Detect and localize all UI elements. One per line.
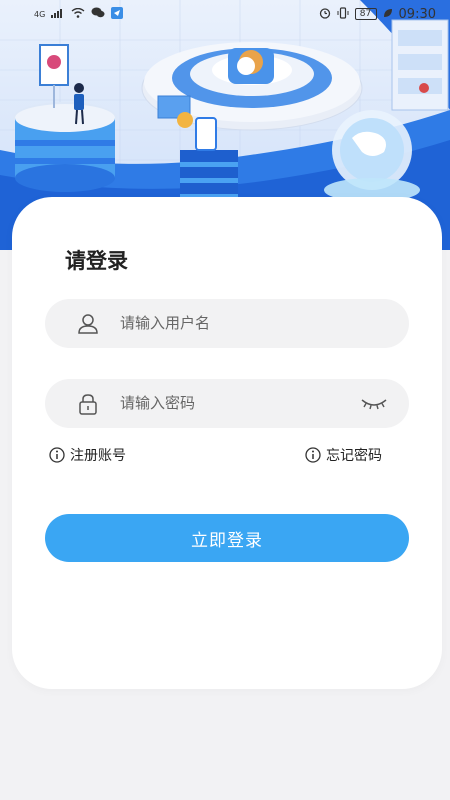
clock: 09:30 [398, 6, 436, 22]
status-right: 87 09:30 [319, 7, 436, 22]
lock-icon [77, 393, 99, 415]
status-bar: 4G 87 09:30 [0, 0, 450, 28]
register-link[interactable]: 注册账号 [49, 445, 126, 465]
forgot-label: 忘记密码 [326, 448, 382, 464]
app-notification-icon [111, 6, 124, 22]
username-placeholder: 请输入用户名 [120, 314, 211, 332]
password-field[interactable]: 请输入密码 [45, 379, 409, 428]
page-title: 请登录 [65, 249, 128, 273]
username-field[interactable]: 请输入用户名 [45, 299, 409, 348]
signal-icon [51, 7, 65, 21]
wechat-icon [91, 7, 105, 21]
info-icon [305, 447, 321, 463]
login-screen: 4G 87 09:30 请登录 请输入用户名 请输入密码 注册账号 忘记密码 立… [0, 0, 450, 800]
battery-level: 87 [354, 8, 377, 20]
eye-closed-icon[interactable] [361, 395, 387, 413]
wifi-icon [71, 7, 85, 21]
status-left: 4G [34, 6, 124, 22]
login-button[interactable]: 立即登录 [45, 514, 409, 562]
leaf-icon [383, 7, 393, 21]
forgot-password-link[interactable]: 忘记密码 [305, 445, 382, 465]
info-icon [49, 447, 65, 463]
alarm-icon [319, 7, 331, 22]
network-type: 4G [34, 9, 46, 19]
password-placeholder: 请输入密码 [120, 394, 196, 412]
user-icon [77, 313, 99, 335]
register-label: 注册账号 [70, 448, 126, 464]
login-card: 请登录 请输入用户名 请输入密码 注册账号 忘记密码 立即登录 [12, 197, 442, 689]
vibrate-icon [337, 6, 349, 22]
